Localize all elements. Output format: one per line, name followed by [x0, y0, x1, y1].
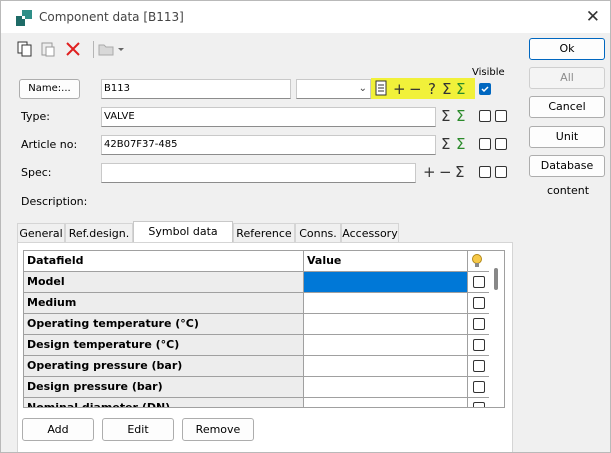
- row-checkbox-cell: [468, 377, 490, 398]
- grid-header: Datafield Value: [24, 251, 504, 272]
- tab-general[interactable]: General: [17, 223, 65, 242]
- value-cell[interactable]: [304, 356, 468, 377]
- visible-checkbox[interactable]: [479, 83, 491, 95]
- table-row[interactable]: Operating pressure (bar): [24, 356, 504, 377]
- app-icon: [16, 10, 32, 26]
- value-cell[interactable]: [304, 377, 468, 398]
- row-checkbox[interactable]: [473, 276, 485, 288]
- name-suffix-select[interactable]: ⌄: [296, 79, 371, 99]
- row-checkbox[interactable]: [473, 318, 485, 330]
- table-row[interactable]: Nominal diameter (DN): [24, 398, 504, 407]
- name-input[interactable]: B113: [101, 79, 291, 99]
- table-row[interactable]: Medium: [24, 293, 504, 314]
- value-cell[interactable]: [304, 314, 468, 335]
- window-title: Component data [B113]: [39, 10, 184, 24]
- row-checkbox[interactable]: [473, 297, 485, 309]
- row-checkbox[interactable]: [473, 402, 485, 407]
- datafield-cell: Operating pressure (bar): [24, 356, 304, 377]
- type-sigma-check-icon[interactable]: Σ: [456, 107, 465, 125]
- scrollbar-thumb[interactable]: [494, 268, 498, 290]
- type-checkbox-2[interactable]: [495, 110, 507, 122]
- add-button[interactable]: Add: [22, 418, 94, 441]
- tab-accessory[interactable]: Accessory: [341, 223, 399, 242]
- document-icon[interactable]: [375, 80, 387, 100]
- folder-dropdown-icon[interactable]: [97, 39, 127, 59]
- toolbar-separator: [93, 41, 94, 58]
- unit-button[interactable]: Unit: [529, 126, 605, 148]
- copy-icon[interactable]: [16, 39, 34, 59]
- table-row[interactable]: Design pressure (bar): [24, 377, 504, 398]
- datafield-cell: Operating temperature (°C): [24, 314, 304, 335]
- type-sigma-icon[interactable]: Σ: [441, 107, 450, 125]
- tab-ref-design[interactable]: Ref.design.: [65, 223, 133, 242]
- symbol-data-grid: Datafield Value Model Medium Operating tem…: [23, 250, 505, 408]
- edit-button[interactable]: Edit: [102, 418, 174, 441]
- row-checkbox[interactable]: [473, 381, 485, 393]
- row-checkbox-cell: [468, 356, 490, 377]
- component-data-dialog: Component data [B113] ✕ Ok All Cancel Un…: [0, 0, 611, 453]
- spec-input[interactable]: [101, 163, 416, 183]
- description-label: Description:: [21, 195, 88, 208]
- title-bar: Component data [B113] ✕: [1, 1, 610, 33]
- all-button[interactable]: All: [529, 67, 605, 89]
- database-button[interactable]: Database: [529, 155, 605, 177]
- sigma-check-icon[interactable]: Σ: [456, 80, 465, 98]
- spec-checkbox-2[interactable]: [495, 166, 507, 178]
- spec-remove-icon[interactable]: −: [439, 163, 452, 181]
- datafield-cell: Nominal diameter (DN): [24, 398, 304, 407]
- name-button[interactable]: Name:...: [19, 79, 80, 99]
- lightbulb-icon[interactable]: [468, 251, 490, 272]
- row-checkbox-cell: [468, 335, 490, 356]
- row-checkbox-cell: [468, 272, 490, 293]
- spec-label: Spec:: [21, 166, 52, 179]
- tab-symbol-data-fields[interactable]: Symbol data fields: [133, 221, 233, 257]
- datafield-cell: Medium: [24, 293, 304, 314]
- type-checkbox-1[interactable]: [479, 110, 491, 122]
- paste-icon[interactable]: [39, 39, 57, 59]
- table-row[interactable]: Operating temperature (°C): [24, 314, 504, 335]
- visible-label: Visible: [472, 67, 505, 78]
- article-input[interactable]: 42B07F37-485: [101, 135, 436, 155]
- table-row[interactable]: Model: [24, 272, 504, 293]
- chevron-down-icon: ⌄: [358, 83, 367, 94]
- question-icon[interactable]: ?: [428, 80, 436, 98]
- value-cell[interactable]: [304, 293, 468, 314]
- datafield-cell: Design temperature (°C): [24, 335, 304, 356]
- grid-scrollbar[interactable]: [489, 251, 504, 407]
- value-cell[interactable]: [304, 335, 468, 356]
- spec-sigma-icon[interactable]: Σ: [455, 163, 464, 181]
- article-checkbox-1[interactable]: [479, 138, 491, 150]
- spec-checkbox-1[interactable]: [479, 166, 491, 178]
- row-checkbox-cell: [468, 398, 490, 407]
- datafield-column-header[interactable]: Datafield: [24, 251, 304, 272]
- remove-button[interactable]: Remove: [182, 418, 254, 441]
- article-sigma-icon[interactable]: Σ: [441, 135, 450, 153]
- tab-conns[interactable]: Conns.: [295, 223, 341, 242]
- close-icon[interactable]: ✕: [586, 7, 600, 27]
- database-content-label: content: [546, 184, 590, 197]
- row-checkbox[interactable]: [473, 339, 485, 351]
- add-icon[interactable]: +: [393, 80, 406, 98]
- article-checkbox-2[interactable]: [495, 138, 507, 150]
- spec-add-icon[interactable]: +: [423, 163, 436, 181]
- type-label: Type:: [21, 110, 50, 123]
- ok-button[interactable]: Ok: [529, 38, 605, 60]
- table-row[interactable]: Design temperature (°C): [24, 335, 504, 356]
- row-checkbox[interactable]: [473, 360, 485, 372]
- article-label: Article no:: [21, 138, 78, 151]
- value-column-header[interactable]: Value: [304, 251, 468, 272]
- datafield-cell: Design pressure (bar): [24, 377, 304, 398]
- value-cell[interactable]: [304, 272, 468, 293]
- value-cell[interactable]: [304, 398, 468, 407]
- row-checkbox-cell: [468, 314, 490, 335]
- sigma-icon[interactable]: Σ: [442, 80, 451, 98]
- type-input[interactable]: VALVE: [101, 107, 436, 127]
- article-sigma-check-icon[interactable]: Σ: [456, 135, 465, 153]
- datafield-cell: Model: [24, 272, 304, 293]
- delete-icon[interactable]: [64, 39, 82, 59]
- remove-icon[interactable]: −: [409, 80, 422, 98]
- tab-reference[interactable]: Reference: [233, 223, 295, 242]
- row-checkbox-cell: [468, 293, 490, 314]
- cancel-button[interactable]: Cancel: [529, 96, 605, 118]
